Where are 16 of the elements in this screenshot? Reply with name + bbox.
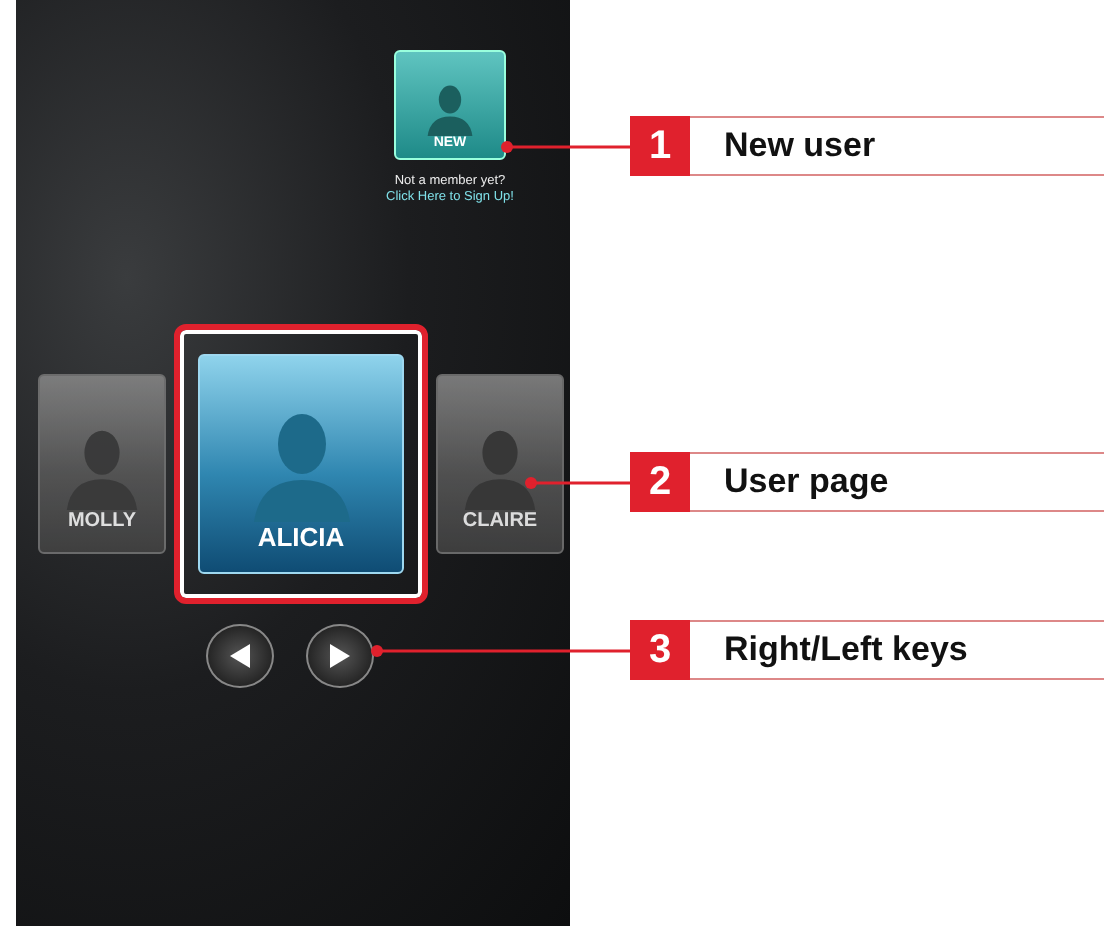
left-key[interactable] (206, 624, 274, 688)
callout-label: New user (690, 116, 1104, 176)
right-key[interactable] (306, 624, 374, 688)
callout-label: User page (690, 452, 1104, 512)
user-card[interactable]: MOLLY (38, 374, 166, 554)
callout-label: Right/Left keys (690, 620, 1104, 680)
callout-number: 3 (630, 620, 690, 680)
user-card[interactable]: ALICIA (198, 354, 404, 574)
leader-line (524, 475, 630, 489)
callout-number: 2 (630, 452, 690, 512)
user-card[interactable]: CLAIRE (436, 374, 564, 554)
left-arrow-icon (228, 642, 252, 670)
callout-number: 1 (630, 116, 690, 176)
person-icon (422, 80, 478, 136)
leader-line (500, 139, 630, 153)
right-arrow-icon (328, 642, 352, 670)
